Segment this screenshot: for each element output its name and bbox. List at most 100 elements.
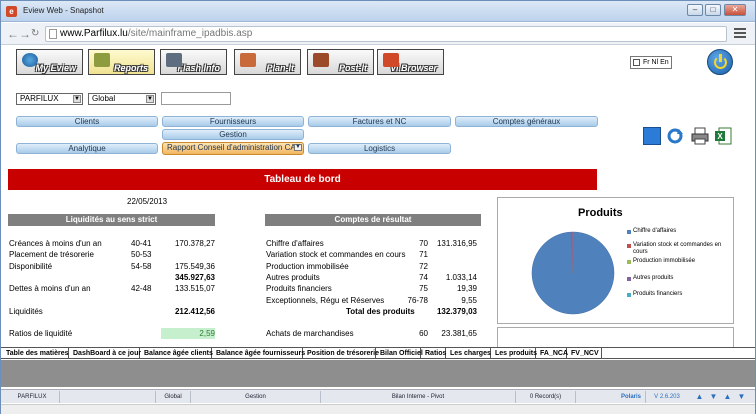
- sheet-tab[interactable]: Les charges: [447, 348, 491, 359]
- my-eview-button[interactable]: My Eview: [16, 49, 83, 75]
- table-cell-label: Dettes à moins d'un an: [9, 284, 91, 294]
- table-cell-value: 19,39: [456, 284, 477, 294]
- table-cell-value: 170.378,27: [174, 239, 215, 248]
- note-icon: [313, 53, 329, 67]
- table-cell-value: [428, 261, 477, 272]
- horizontal-scrollbar[interactable]: [1, 404, 755, 414]
- nav-clients[interactable]: Clients: [16, 116, 158, 127]
- window-title: Eview Web - Snapshot: [23, 6, 104, 15]
- table-cell-value: 2,59: [161, 328, 215, 340]
- arrow-up-icon[interactable]: ▲: [695, 392, 704, 401]
- empty-area: [1, 360, 755, 387]
- table-cell-value: [161, 317, 215, 328]
- table-cell-value: 133.515,07: [174, 284, 215, 294]
- scope-select[interactable]: Global ▼: [88, 93, 156, 105]
- legend-label: Chiffre d'affaires: [633, 228, 677, 234]
- arrow-up-alt-icon[interactable]: ▲: [723, 392, 732, 401]
- table-cell-code: [404, 306, 428, 317]
- power-icon[interactable]: [707, 49, 733, 75]
- nav-comptes-generaux[interactable]: Comptes généraux: [455, 116, 598, 127]
- menu-icon[interactable]: [734, 28, 746, 39]
- table-cell-value: 345.927,63: [174, 272, 215, 282]
- nav-gestion[interactable]: Gestion: [162, 129, 304, 140]
- table-cell-label: Liquidités: [9, 306, 43, 316]
- company-select-value: PARFILUX: [20, 94, 59, 103]
- sheet-tab[interactable]: Table des matières: [3, 348, 69, 359]
- table-cell-value: 131.316,95: [436, 239, 477, 248]
- print-icon[interactable]: [691, 127, 709, 145]
- close-button[interactable]: ✕: [724, 4, 746, 16]
- nav-logistics[interactable]: Logistics: [308, 143, 451, 154]
- table-cell-label: Variation stock et commandes en cours: [266, 250, 406, 260]
- legend-swatch: [627, 244, 631, 248]
- report-select[interactable]: Rapport Conseil d'administration CA ▼: [162, 142, 304, 155]
- table-cell-code: [404, 317, 428, 328]
- title-bar: e Eview Web - Snapshot – □ ✕: [1, 1, 755, 22]
- legend-item: Produits financiers: [627, 291, 733, 298]
- table-cell-code: 60: [419, 329, 428, 339]
- table-cell-code: 54-58: [131, 261, 152, 271]
- plan-it-button[interactable]: Plan-It: [234, 49, 301, 75]
- maximize-button[interactable]: □: [705, 4, 721, 16]
- calendar-icon: [240, 53, 256, 67]
- post-it-label: Post-It: [339, 63, 367, 73]
- minimize-button[interactable]: –: [687, 4, 703, 16]
- nav-fournisseurs[interactable]: Fournisseurs: [162, 116, 304, 127]
- table-cell-code: [131, 306, 161, 317]
- legend-item: Production immobilisée: [627, 258, 733, 265]
- sheet-tab[interactable]: FV_NCV: [568, 348, 602, 359]
- sheet-tab[interactable]: Position de trésorerie: [304, 348, 379, 359]
- table-cell-value: [161, 295, 215, 306]
- arrow-down-icon[interactable]: ▼: [709, 392, 718, 401]
- sheet-tab[interactable]: FA_NCA: [537, 348, 568, 359]
- nav-analytique[interactable]: Analytique: [16, 143, 158, 154]
- status-module: Gestion: [191, 391, 321, 403]
- back-arrow-icon[interactable]: ←: [7, 27, 19, 41]
- table-cell-code: 70: [419, 239, 428, 248]
- table-cell-label: Achats de marchandises: [266, 329, 354, 339]
- company-select[interactable]: PARFILUX ▼: [16, 93, 83, 105]
- pie-chart: [531, 231, 615, 315]
- flash-info-button[interactable]: Flash Info: [160, 49, 227, 75]
- sheet-tab[interactable]: Les produits: [492, 348, 537, 359]
- language-label: Fr Nl En: [643, 59, 669, 66]
- table-cell-code: [131, 317, 161, 328]
- excel-export-icon[interactable]: X: [714, 127, 732, 145]
- language-selector[interactable]: Fr Nl En: [630, 56, 672, 69]
- sheet-tab[interactable]: Bilan Officiel: [377, 348, 423, 359]
- report-select-value: Rapport Conseil d'administration CA: [167, 143, 296, 152]
- sheet-tab[interactable]: Balance âgée fournisseurs: [213, 348, 305, 359]
- refresh-icon[interactable]: [666, 127, 684, 145]
- legend-swatch: [627, 293, 631, 297]
- reload-icon[interactable]: ↻: [31, 28, 39, 39]
- status-version: V 2.6.203: [654, 394, 680, 400]
- post-it-button[interactable]: Post-It: [307, 49, 374, 75]
- address-bar: ← → ↻ www.Parfilux.lu/site/mainframe_ipa…: [1, 23, 755, 45]
- sheet-tab[interactable]: Ratios: [422, 348, 446, 359]
- table-cell-code: [131, 272, 161, 283]
- table-cell-label: [266, 317, 411, 328]
- sheet-tab[interactable]: Balance âgée clients: [141, 348, 213, 359]
- grid-view-icon[interactable]: [643, 127, 661, 145]
- table-cell-value: [161, 249, 215, 260]
- table-cell-code: [131, 295, 161, 306]
- table-cell-code: 74: [419, 272, 428, 282]
- status-bar: PARFILUX Global Gestion Bilan Interne - …: [1, 389, 755, 403]
- vi-browser-button[interactable]: Vi.Browser: [377, 49, 444, 75]
- legend-label: Produits financiers: [633, 291, 683, 297]
- filter-input[interactable]: [161, 92, 231, 105]
- table-cell-value: [428, 317, 477, 328]
- legend-item: Chiffre d'affaires: [627, 228, 733, 235]
- forward-arrow-icon[interactable]: →: [19, 27, 31, 41]
- reports-button[interactable]: Reports: [88, 49, 155, 75]
- table-cell-code: 50-53: [131, 250, 152, 260]
- sheet-tab[interactable]: DashBoard à ce jour: [70, 348, 141, 359]
- status-scope: Global: [156, 391, 191, 403]
- nav-factures[interactable]: Factures et NC: [308, 116, 451, 127]
- language-checkbox[interactable]: [633, 59, 640, 66]
- chart-title: Produits: [578, 207, 623, 219]
- legend-label: Variation stock et commandes en cours: [633, 242, 722, 255]
- url-field[interactable]: www.Parfilux.lu/site/mainframe_ipadbis.a…: [45, 26, 727, 42]
- arrow-down-alt-icon[interactable]: ▼: [737, 392, 746, 401]
- table-cell-label: Ratios de liquidité: [9, 329, 73, 339]
